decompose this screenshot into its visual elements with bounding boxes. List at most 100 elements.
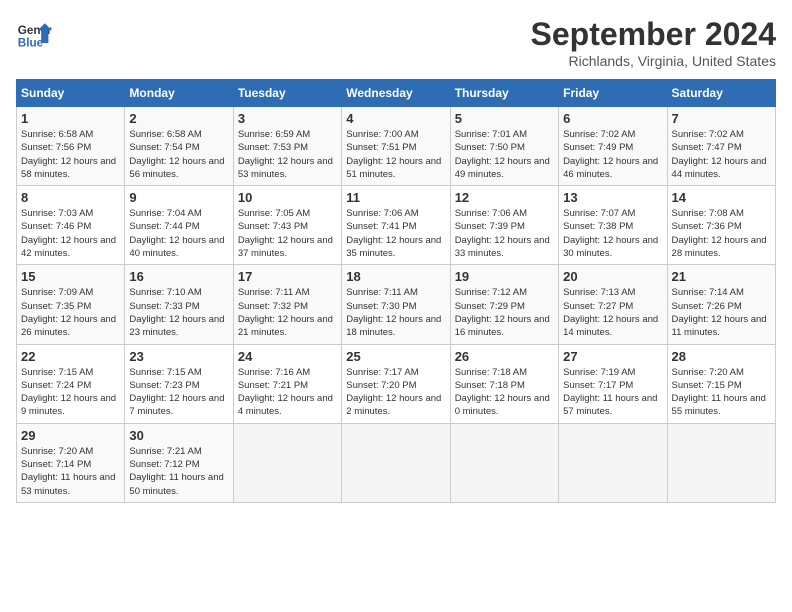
- calendar-cell: 23 Sunrise: 7:15 AM Sunset: 7:23 PM Dayli…: [125, 344, 233, 423]
- day-number: 11: [346, 190, 445, 205]
- calendar-cell: [233, 423, 341, 502]
- calendar-cell: 26 Sunrise: 7:18 AM Sunset: 7:18 PM Dayli…: [450, 344, 558, 423]
- calendar-cell: 18 Sunrise: 7:11 AM Sunset: 7:30 PM Dayli…: [342, 265, 450, 344]
- calendar-cell: 22 Sunrise: 7:15 AM Sunset: 7:24 PM Dayli…: [17, 344, 125, 423]
- calendar-cell: [450, 423, 558, 502]
- day-detail: Sunrise: 6:59 AM Sunset: 7:53 PM Dayligh…: [238, 128, 337, 181]
- day-number: 9: [129, 190, 228, 205]
- day-number: 13: [563, 190, 662, 205]
- weekday-header-friday: Friday: [559, 80, 667, 107]
- day-detail: Sunrise: 7:08 AM Sunset: 7:36 PM Dayligh…: [672, 207, 771, 260]
- day-detail: Sunrise: 7:00 AM Sunset: 7:51 PM Dayligh…: [346, 128, 445, 181]
- day-number: 28: [672, 349, 771, 364]
- calendar-cell: 28 Sunrise: 7:20 AM Sunset: 7:15 PM Dayli…: [667, 344, 775, 423]
- day-number: 3: [238, 111, 337, 126]
- day-detail: Sunrise: 7:06 AM Sunset: 7:41 PM Dayligh…: [346, 207, 445, 260]
- day-detail: Sunrise: 7:11 AM Sunset: 7:32 PM Dayligh…: [238, 286, 337, 339]
- calendar-week-5: 29 Sunrise: 7:20 AM Sunset: 7:14 PM Dayli…: [17, 423, 776, 502]
- day-number: 6: [563, 111, 662, 126]
- day-detail: Sunrise: 6:58 AM Sunset: 7:56 PM Dayligh…: [21, 128, 120, 181]
- calendar-cell: 7 Sunrise: 7:02 AM Sunset: 7:47 PM Daylig…: [667, 107, 775, 186]
- calendar-cell: 13 Sunrise: 7:07 AM Sunset: 7:38 PM Dayli…: [559, 186, 667, 265]
- day-number: 2: [129, 111, 228, 126]
- day-number: 21: [672, 269, 771, 284]
- calendar-cell: 4 Sunrise: 7:00 AM Sunset: 7:51 PM Daylig…: [342, 107, 450, 186]
- calendar-cell: [559, 423, 667, 502]
- day-detail: Sunrise: 7:16 AM Sunset: 7:21 PM Dayligh…: [238, 366, 337, 419]
- calendar-cell: 25 Sunrise: 7:17 AM Sunset: 7:20 PM Dayli…: [342, 344, 450, 423]
- calendar-week-1: 1 Sunrise: 6:58 AM Sunset: 7:56 PM Daylig…: [17, 107, 776, 186]
- day-number: 10: [238, 190, 337, 205]
- header: General Blue September 2024 Richlands, V…: [16, 16, 776, 69]
- calendar-cell: 29 Sunrise: 7:20 AM Sunset: 7:14 PM Dayli…: [17, 423, 125, 502]
- day-detail: Sunrise: 7:07 AM Sunset: 7:38 PM Dayligh…: [563, 207, 662, 260]
- day-detail: Sunrise: 7:15 AM Sunset: 7:24 PM Dayligh…: [21, 366, 120, 419]
- weekday-header-thursday: Thursday: [450, 80, 558, 107]
- day-detail: Sunrise: 7:15 AM Sunset: 7:23 PM Dayligh…: [129, 366, 228, 419]
- day-number: 18: [346, 269, 445, 284]
- day-detail: Sunrise: 7:14 AM Sunset: 7:26 PM Dayligh…: [672, 286, 771, 339]
- logo: General Blue: [16, 16, 52, 52]
- calendar-cell: 12 Sunrise: 7:06 AM Sunset: 7:39 PM Dayli…: [450, 186, 558, 265]
- calendar-table: SundayMondayTuesdayWednesdayThursdayFrid…: [16, 79, 776, 503]
- calendar-cell: 6 Sunrise: 7:02 AM Sunset: 7:49 PM Daylig…: [559, 107, 667, 186]
- calendar-cell: 11 Sunrise: 7:06 AM Sunset: 7:41 PM Dayli…: [342, 186, 450, 265]
- day-number: 24: [238, 349, 337, 364]
- calendar-week-4: 22 Sunrise: 7:15 AM Sunset: 7:24 PM Dayli…: [17, 344, 776, 423]
- day-detail: Sunrise: 6:58 AM Sunset: 7:54 PM Dayligh…: [129, 128, 228, 181]
- weekday-header-saturday: Saturday: [667, 80, 775, 107]
- calendar-cell: 17 Sunrise: 7:11 AM Sunset: 7:32 PM Dayli…: [233, 265, 341, 344]
- day-detail: Sunrise: 7:20 AM Sunset: 7:14 PM Dayligh…: [21, 445, 120, 498]
- day-detail: Sunrise: 7:02 AM Sunset: 7:49 PM Dayligh…: [563, 128, 662, 181]
- day-detail: Sunrise: 7:01 AM Sunset: 7:50 PM Dayligh…: [455, 128, 554, 181]
- logo-icon: General Blue: [16, 16, 52, 52]
- day-number: 22: [21, 349, 120, 364]
- calendar-cell: 20 Sunrise: 7:13 AM Sunset: 7:27 PM Dayli…: [559, 265, 667, 344]
- calendar-cell: [342, 423, 450, 502]
- day-number: 19: [455, 269, 554, 284]
- day-detail: Sunrise: 7:18 AM Sunset: 7:18 PM Dayligh…: [455, 366, 554, 419]
- day-number: 26: [455, 349, 554, 364]
- day-number: 25: [346, 349, 445, 364]
- day-detail: Sunrise: 7:10 AM Sunset: 7:33 PM Dayligh…: [129, 286, 228, 339]
- day-number: 29: [21, 428, 120, 443]
- day-detail: Sunrise: 7:17 AM Sunset: 7:20 PM Dayligh…: [346, 366, 445, 419]
- day-detail: Sunrise: 7:19 AM Sunset: 7:17 PM Dayligh…: [563, 366, 662, 419]
- day-number: 27: [563, 349, 662, 364]
- day-detail: Sunrise: 7:05 AM Sunset: 7:43 PM Dayligh…: [238, 207, 337, 260]
- svg-text:Blue: Blue: [18, 37, 44, 50]
- day-detail: Sunrise: 7:21 AM Sunset: 7:12 PM Dayligh…: [129, 445, 228, 498]
- calendar-cell: [667, 423, 775, 502]
- day-number: 20: [563, 269, 662, 284]
- calendar-cell: 9Sunrise: 7:04 AM Sunset: 7:44 PM Daylig…: [125, 186, 233, 265]
- calendar-cell: 21 Sunrise: 7:14 AM Sunset: 7:26 PM Dayli…: [667, 265, 775, 344]
- day-number: 12: [455, 190, 554, 205]
- calendar-cell: 5 Sunrise: 7:01 AM Sunset: 7:50 PM Daylig…: [450, 107, 558, 186]
- calendar-week-2: 8Sunrise: 7:03 AM Sunset: 7:46 PM Daylig…: [17, 186, 776, 265]
- day-number: 7: [672, 111, 771, 126]
- day-number: 4: [346, 111, 445, 126]
- title-area: September 2024 Richlands, Virginia, Unit…: [531, 16, 776, 69]
- day-number: 1: [21, 111, 120, 126]
- day-detail: Sunrise: 7:02 AM Sunset: 7:47 PM Dayligh…: [672, 128, 771, 181]
- day-number: 15: [21, 269, 120, 284]
- weekday-header-wednesday: Wednesday: [342, 80, 450, 107]
- day-detail: Sunrise: 7:20 AM Sunset: 7:15 PM Dayligh…: [672, 366, 771, 419]
- calendar-cell: 3 Sunrise: 6:59 AM Sunset: 7:53 PM Daylig…: [233, 107, 341, 186]
- calendar-cell: 30Sunrise: 7:21 AM Sunset: 7:12 PM Dayli…: [125, 423, 233, 502]
- weekday-header-monday: Monday: [125, 80, 233, 107]
- day-detail: Sunrise: 7:11 AM Sunset: 7:30 PM Dayligh…: [346, 286, 445, 339]
- weekday-header-tuesday: Tuesday: [233, 80, 341, 107]
- day-detail: Sunrise: 7:13 AM Sunset: 7:27 PM Dayligh…: [563, 286, 662, 339]
- calendar-cell: 2 Sunrise: 6:58 AM Sunset: 7:54 PM Daylig…: [125, 107, 233, 186]
- day-number: 17: [238, 269, 337, 284]
- calendar-cell: 14 Sunrise: 7:08 AM Sunset: 7:36 PM Dayli…: [667, 186, 775, 265]
- page-subtitle: Richlands, Virginia, United States: [531, 53, 776, 69]
- calendar-cell: 16Sunrise: 7:10 AM Sunset: 7:33 PM Dayli…: [125, 265, 233, 344]
- day-detail: Sunrise: 7:06 AM Sunset: 7:39 PM Dayligh…: [455, 207, 554, 260]
- day-number: 14: [672, 190, 771, 205]
- calendar-cell: 19Sunrise: 7:12 AM Sunset: 7:29 PM Dayli…: [450, 265, 558, 344]
- calendar-cell: 10 Sunrise: 7:05 AM Sunset: 7:43 PM Dayli…: [233, 186, 341, 265]
- day-number: 5: [455, 111, 554, 126]
- day-number: 23: [129, 349, 228, 364]
